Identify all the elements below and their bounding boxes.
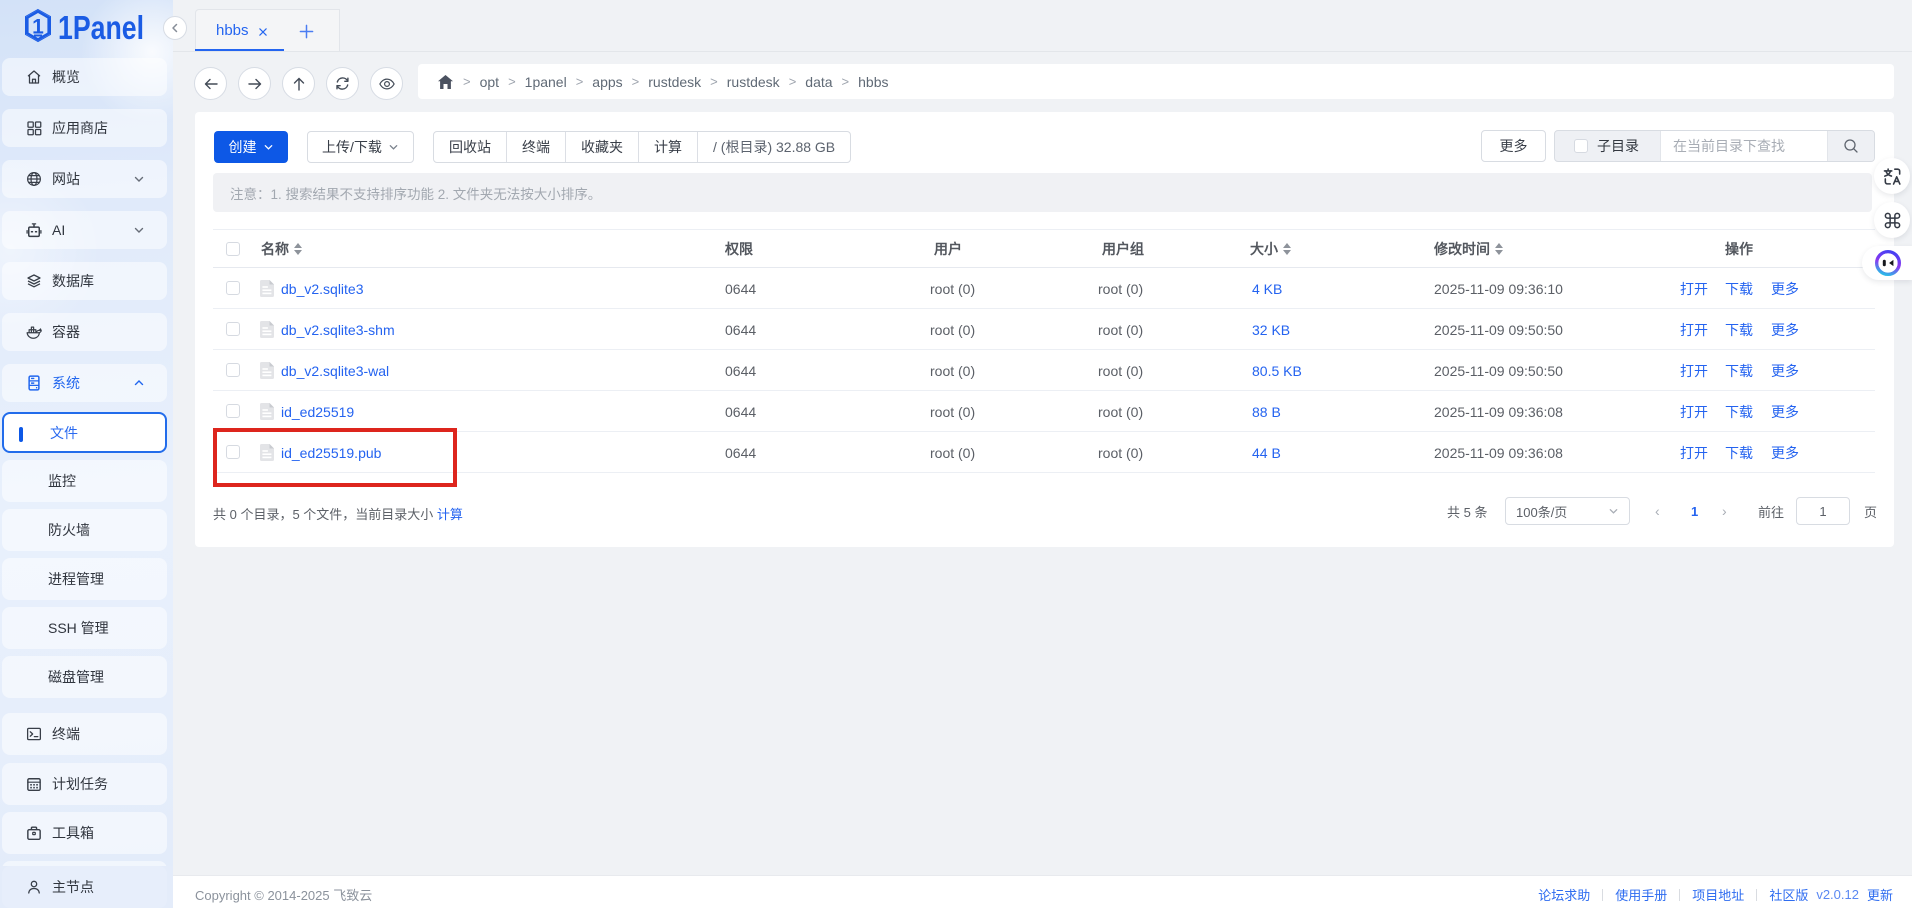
svg-text:1Panel: 1Panel: [58, 9, 144, 46]
